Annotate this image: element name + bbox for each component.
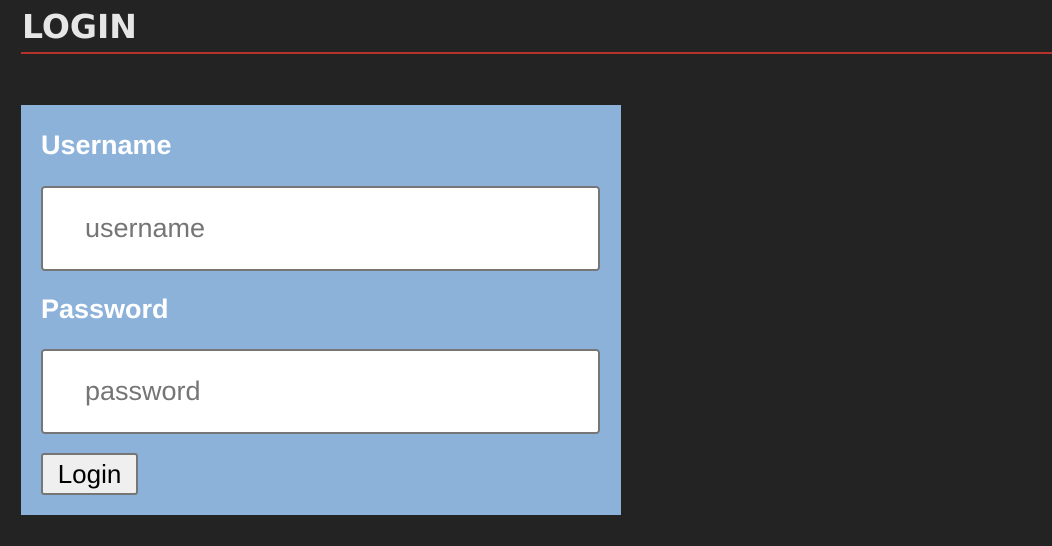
login-button[interactable]: Login bbox=[41, 453, 138, 495]
password-label: Password bbox=[41, 294, 169, 324]
login-form: Username Password Login bbox=[21, 105, 621, 515]
page-title: LOGIN bbox=[22, 7, 137, 46]
password-input[interactable] bbox=[41, 349, 600, 434]
page-header: LOGIN bbox=[21, 0, 1052, 54]
username-input[interactable] bbox=[41, 186, 600, 271]
username-label: Username bbox=[41, 130, 172, 160]
